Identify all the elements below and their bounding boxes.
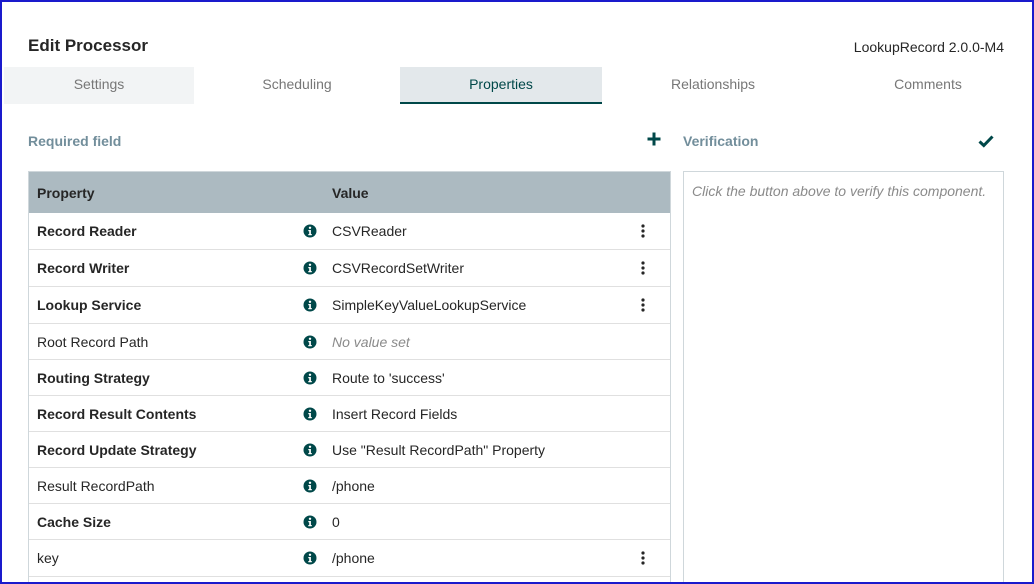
verification-label: Verification (683, 133, 759, 149)
info-icon[interactable] (303, 261, 317, 275)
property-name: Root Record Path (37, 334, 149, 350)
property-name: Result RecordPath (37, 478, 155, 494)
tab-settings[interactable]: Settings (4, 67, 194, 104)
table-row[interactable]: Root Record Path No value set (29, 324, 670, 360)
tab-scheduling[interactable]: Scheduling (194, 67, 400, 104)
property-value[interactable]: No value set (332, 334, 410, 350)
info-icon[interactable] (303, 515, 317, 529)
checkmark-icon[interactable] (978, 134, 994, 148)
verification-panel: Click the button above to verify this co… (683, 171, 1004, 582)
table-body: Record Reader CSVReader Record Writer CSVRe… (29, 213, 670, 577)
property-name: key (37, 550, 59, 566)
property-name: Record Writer (37, 260, 130, 276)
kebab-menu-icon[interactable] (640, 260, 646, 276)
table-row[interactable]: Routing Strategy Route to 'success' (29, 360, 670, 396)
info-icon[interactable] (303, 371, 317, 385)
table-row[interactable]: Result RecordPath/phone (29, 468, 670, 504)
property-name: Lookup Service (37, 297, 142, 313)
property-value[interactable]: 0 (332, 514, 340, 530)
tab-properties[interactable]: Properties (400, 67, 602, 104)
table-header: Property Value (29, 172, 670, 213)
required-field-label: Required field (28, 133, 122, 149)
property-value[interactable]: CSVReader (332, 223, 407, 239)
table-row[interactable]: Cache Size 0 (29, 504, 670, 540)
table-row[interactable]: Record Result Contents Insert Record Fiel… (29, 396, 670, 432)
info-icon[interactable] (303, 335, 317, 349)
kebab-menu-icon[interactable] (640, 223, 646, 239)
info-icon[interactable] (303, 551, 317, 565)
property-name: Record Update Strategy (37, 442, 197, 458)
info-icon[interactable] (303, 443, 317, 457)
table-row[interactable]: Record Update Strategy Use "Result Record… (29, 432, 670, 468)
property-value[interactable]: Use "Result RecordPath" Property (332, 442, 545, 458)
kebab-menu-icon[interactable] (640, 297, 646, 313)
tab-bar: Settings Scheduling Properties Relations… (4, 67, 1032, 104)
plus-icon[interactable] (646, 131, 662, 147)
verification-placeholder: Click the button above to verify this co… (692, 183, 987, 199)
table-row[interactable]: Record Reader CSVReader (29, 213, 670, 250)
info-icon[interactable] (303, 479, 317, 493)
property-name: Routing Strategy (37, 370, 150, 386)
table-row[interactable]: Lookup Service SimpleKeyValueLookupServic… (29, 287, 670, 324)
property-value[interactable]: /phone (332, 478, 375, 494)
property-name: Record Reader (37, 223, 137, 239)
info-icon[interactable] (303, 224, 317, 238)
property-name: Cache Size (37, 514, 111, 530)
tab-comments[interactable]: Comments (824, 67, 1032, 104)
kebab-menu-icon[interactable] (640, 550, 646, 566)
property-value[interactable]: Route to 'success' (332, 370, 445, 386)
processor-version: LookupRecord 2.0.0-M4 (853, 39, 1004, 55)
table-row[interactable]: key/phone (29, 540, 670, 577)
property-value[interactable]: CSVRecordSetWriter (332, 260, 464, 276)
property-column-header: Property (37, 185, 95, 201)
info-icon[interactable] (303, 407, 317, 421)
property-value[interactable]: SimpleKeyValueLookupService (332, 297, 526, 313)
property-name: Record Result Contents (37, 406, 197, 422)
edit-processor-dialog: Edit Processor LookupRecord 2.0.0-M4 Set… (0, 0, 1034, 584)
dialog-title: Edit Processor (28, 36, 148, 55)
property-value[interactable]: /phone (332, 550, 375, 566)
properties-table: Property Value Record Reader CSVReader Rec… (28, 171, 671, 582)
tab-relationships[interactable]: Relationships (602, 67, 824, 104)
table-row[interactable]: Record Writer CSVRecordSetWriter (29, 250, 670, 287)
property-value[interactable]: Insert Record Fields (332, 406, 457, 422)
value-column-header: Value (332, 185, 369, 201)
info-icon[interactable] (303, 298, 317, 312)
